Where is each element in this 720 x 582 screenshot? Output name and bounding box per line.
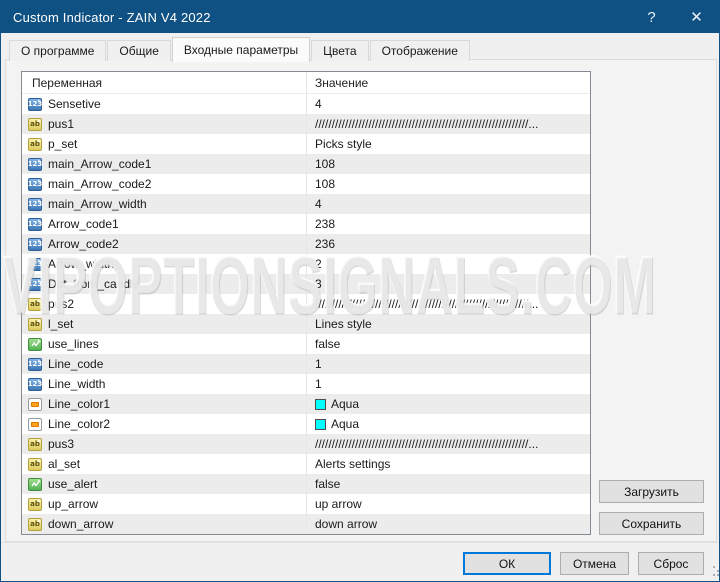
boolean-param-icon bbox=[28, 338, 42, 351]
resize-grip[interactable] bbox=[704, 566, 715, 577]
tab-visualization[interactable]: Отображение bbox=[370, 40, 470, 61]
ok-button[interactable]: ОК bbox=[463, 552, 551, 575]
footer-divider bbox=[1, 542, 719, 543]
help-button[interactable]: ? bbox=[629, 1, 674, 33]
param-value[interactable]: Picks style bbox=[315, 137, 587, 151]
param-value[interactable]: 1 bbox=[315, 357, 587, 371]
param-value[interactable]: 1 bbox=[315, 377, 587, 391]
param-name: Line_code bbox=[48, 357, 103, 371]
reset-button[interactable]: Сброс bbox=[638, 552, 704, 575]
param-value[interactable]: up arrow bbox=[315, 497, 587, 511]
integer-param-icon: 123 bbox=[28, 198, 42, 211]
string-param-icon: ab bbox=[28, 118, 42, 131]
param-name: use_lines bbox=[48, 337, 99, 351]
integer-param-icon: 123 bbox=[28, 258, 42, 271]
param-value[interactable]: Lines style bbox=[315, 317, 587, 331]
param-name: pus2 bbox=[48, 297, 74, 311]
param-name: l_set bbox=[48, 317, 73, 331]
param-name: al_set bbox=[48, 457, 80, 471]
param-name: pus3 bbox=[48, 437, 74, 451]
integer-param-icon: 123 bbox=[28, 358, 42, 371]
param-value[interactable]: Aqua bbox=[315, 417, 587, 431]
param-name: p_set bbox=[48, 137, 77, 151]
param-name: up_arrow bbox=[48, 497, 98, 511]
param-name: pus1 bbox=[48, 117, 74, 131]
param-value[interactable]: ////////////////////////////////////////… bbox=[315, 297, 587, 311]
param-value[interactable]: 108 bbox=[315, 177, 587, 191]
tab-colors[interactable]: Цвета bbox=[311, 40, 368, 61]
param-value[interactable]: 236 bbox=[315, 237, 587, 251]
load-button[interactable]: Загрузить bbox=[599, 480, 704, 503]
column-header-variable[interactable]: Переменная bbox=[22, 76, 102, 90]
param-value[interactable]: 108 bbox=[315, 157, 587, 171]
tab-strip: О программе Общие Входные параметры Цвет… bbox=[9, 36, 471, 61]
tab-about[interactable]: О программе bbox=[9, 40, 106, 61]
integer-param-icon: 123 bbox=[28, 378, 42, 391]
string-param-icon: ab bbox=[28, 318, 42, 331]
param-name: down_arrow bbox=[48, 517, 113, 531]
integer-param-icon: 123 bbox=[28, 238, 42, 251]
param-value[interactable]: false bbox=[315, 337, 587, 351]
integer-param-icon: 123 bbox=[28, 158, 42, 171]
param-value[interactable]: ////////////////////////////////////////… bbox=[315, 437, 587, 451]
param-name: Dot_from_candle bbox=[48, 277, 139, 291]
tab-common[interactable]: Общие bbox=[107, 40, 170, 61]
param-value[interactable]: down arrow bbox=[315, 517, 587, 531]
param-name: main_Arrow_code1 bbox=[48, 157, 151, 171]
param-value[interactable]: 3 bbox=[315, 277, 587, 291]
param-name: use_alert bbox=[48, 477, 97, 491]
param-name: main_Arrow_code2 bbox=[48, 177, 151, 191]
param-name: Line_color1 bbox=[48, 397, 110, 411]
string-param-icon: ab bbox=[28, 298, 42, 311]
param-name: Arrow_width bbox=[48, 257, 114, 271]
close-button[interactable]: ✕ bbox=[674, 1, 719, 33]
integer-param-icon: 123 bbox=[28, 178, 42, 191]
boolean-param-icon bbox=[28, 478, 42, 491]
param-value[interactable]: Alerts settings bbox=[315, 457, 587, 471]
tab-input-parameters[interactable]: Входные параметры bbox=[172, 37, 310, 62]
param-value[interactable]: 2 bbox=[315, 257, 587, 271]
param-name: main_Arrow_width bbox=[48, 197, 147, 211]
string-param-icon: ab bbox=[28, 138, 42, 151]
string-param-icon: ab bbox=[28, 518, 42, 531]
column-divider[interactable] bbox=[306, 72, 307, 534]
param-value[interactable]: Aqua bbox=[315, 397, 587, 411]
color-param-icon bbox=[28, 418, 42, 431]
param-value[interactable]: 238 bbox=[315, 217, 587, 231]
param-name: Sensetive bbox=[48, 97, 101, 111]
integer-param-icon: 123 bbox=[28, 218, 42, 231]
custom-indicator-dialog: Custom Indicator - ZAIN V4 2022 ? ✕ О пр… bbox=[0, 0, 720, 582]
param-name: Arrow_code2 bbox=[48, 237, 119, 251]
string-param-icon: ab bbox=[28, 498, 42, 511]
cancel-button[interactable]: Отмена bbox=[560, 552, 629, 575]
param-value[interactable]: 4 bbox=[315, 97, 587, 111]
window-title: Custom Indicator - ZAIN V4 2022 bbox=[1, 10, 211, 25]
string-param-icon: ab bbox=[28, 458, 42, 471]
string-param-icon: ab bbox=[28, 438, 42, 451]
integer-param-icon: 123 bbox=[28, 278, 42, 291]
save-button[interactable]: Сохранить bbox=[599, 512, 704, 535]
color-param-icon bbox=[28, 398, 42, 411]
param-name: Line_width bbox=[48, 377, 105, 391]
titlebar[interactable]: Custom Indicator - ZAIN V4 2022 ? ✕ bbox=[1, 1, 719, 33]
param-value[interactable]: ////////////////////////////////////////… bbox=[315, 117, 587, 131]
integer-param-icon: 123 bbox=[28, 98, 42, 111]
param-name: Line_color2 bbox=[48, 417, 110, 431]
param-value[interactable]: false bbox=[315, 477, 587, 491]
param-name: Arrow_code1 bbox=[48, 217, 119, 231]
color-swatch bbox=[315, 419, 326, 430]
titlebar-buttons: ? ✕ bbox=[629, 1, 719, 33]
parameters-table[interactable]: Переменная Значение 123Sensetive4abpus1/… bbox=[21, 71, 591, 535]
column-header-value[interactable]: Значение bbox=[315, 76, 368, 90]
color-swatch bbox=[315, 399, 326, 410]
param-value[interactable]: 4 bbox=[315, 197, 587, 211]
